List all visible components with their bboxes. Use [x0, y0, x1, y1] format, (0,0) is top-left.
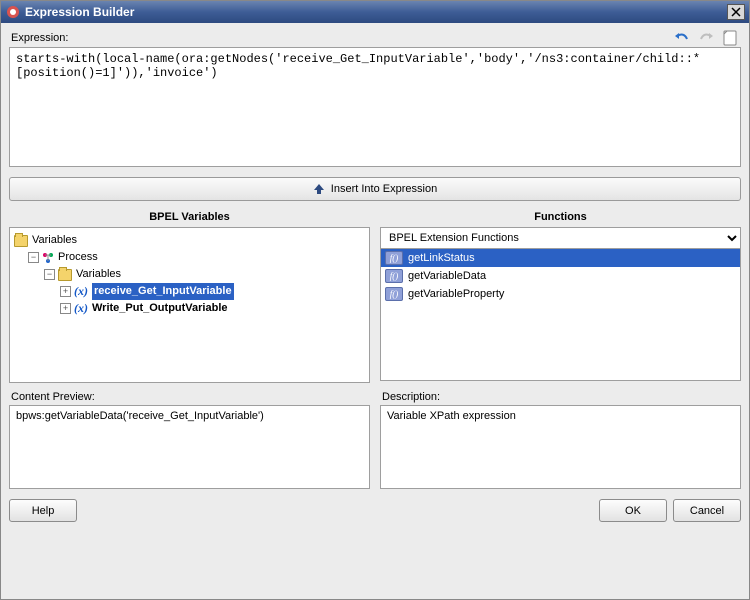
- tree-collapse-icon[interactable]: −: [28, 252, 39, 263]
- content-preview-label: Content Preview:: [11, 391, 370, 403]
- function-getlinkstatus[interactable]: f() getLinkStatus: [381, 249, 740, 267]
- insert-button-label: Insert Into Expression: [331, 183, 437, 195]
- function-icon: f(): [385, 287, 403, 301]
- undo-icon[interactable]: [673, 29, 691, 47]
- app-icon: [5, 4, 21, 20]
- function-icon: f(): [385, 269, 403, 283]
- tree-collapse-icon[interactable]: −: [44, 269, 55, 280]
- tree-expand-icon[interactable]: +: [60, 303, 71, 314]
- ok-button[interactable]: OK: [599, 499, 667, 522]
- tree-var-receive-get-inputvariable[interactable]: + (x) receive_Get_InputVariable: [12, 283, 367, 300]
- tree-node-process[interactable]: − Process: [12, 249, 367, 266]
- content-preview-box: bpws:getVariableData('receive_Get_InputV…: [9, 405, 370, 489]
- window-title: Expression Builder: [25, 5, 134, 19]
- variable-icon: (x): [74, 283, 88, 300]
- title-bar: Expression Builder: [1, 1, 749, 23]
- variables-tree-panel: Variables − Process − Variables: [9, 227, 370, 383]
- process-icon: [42, 252, 54, 264]
- window-close-button[interactable]: [727, 4, 745, 20]
- functions-header: Functions: [380, 207, 741, 227]
- function-list: f() getLinkStatus f() getVariableData f(…: [380, 249, 741, 381]
- function-icon: f(): [385, 251, 403, 265]
- cancel-button[interactable]: Cancel: [673, 499, 741, 522]
- tree-expand-icon[interactable]: +: [60, 286, 71, 297]
- folder-icon: [14, 235, 28, 247]
- expression-textarea[interactable]: starts-with(local-name(ora:getNodes('rec…: [9, 47, 741, 167]
- tree-root-variables[interactable]: Variables: [12, 232, 367, 249]
- clear-icon[interactable]: [721, 29, 739, 47]
- function-category-select[interactable]: BPEL Extension Functions: [380, 227, 741, 249]
- help-button[interactable]: Help: [9, 499, 77, 522]
- expression-label: Expression:: [11, 32, 673, 44]
- redo-icon[interactable]: [697, 29, 715, 47]
- insert-into-expression-button[interactable]: Insert Into Expression: [9, 177, 741, 201]
- tree-var-write-put-outputvariable[interactable]: + (x) Write_Put_OutputVariable: [12, 300, 367, 317]
- function-getvariabledata[interactable]: f() getVariableData: [381, 267, 740, 285]
- arrow-up-icon: [313, 183, 325, 195]
- function-getvariableproperty[interactable]: f() getVariableProperty: [381, 285, 740, 303]
- description-box: Variable XPath expression: [380, 405, 741, 489]
- tree-node-variables[interactable]: − Variables: [12, 266, 367, 283]
- description-label: Description:: [382, 391, 741, 403]
- folder-icon: [58, 269, 72, 281]
- variable-icon: (x): [74, 300, 88, 317]
- bpel-variables-header: BPEL Variables: [9, 207, 370, 227]
